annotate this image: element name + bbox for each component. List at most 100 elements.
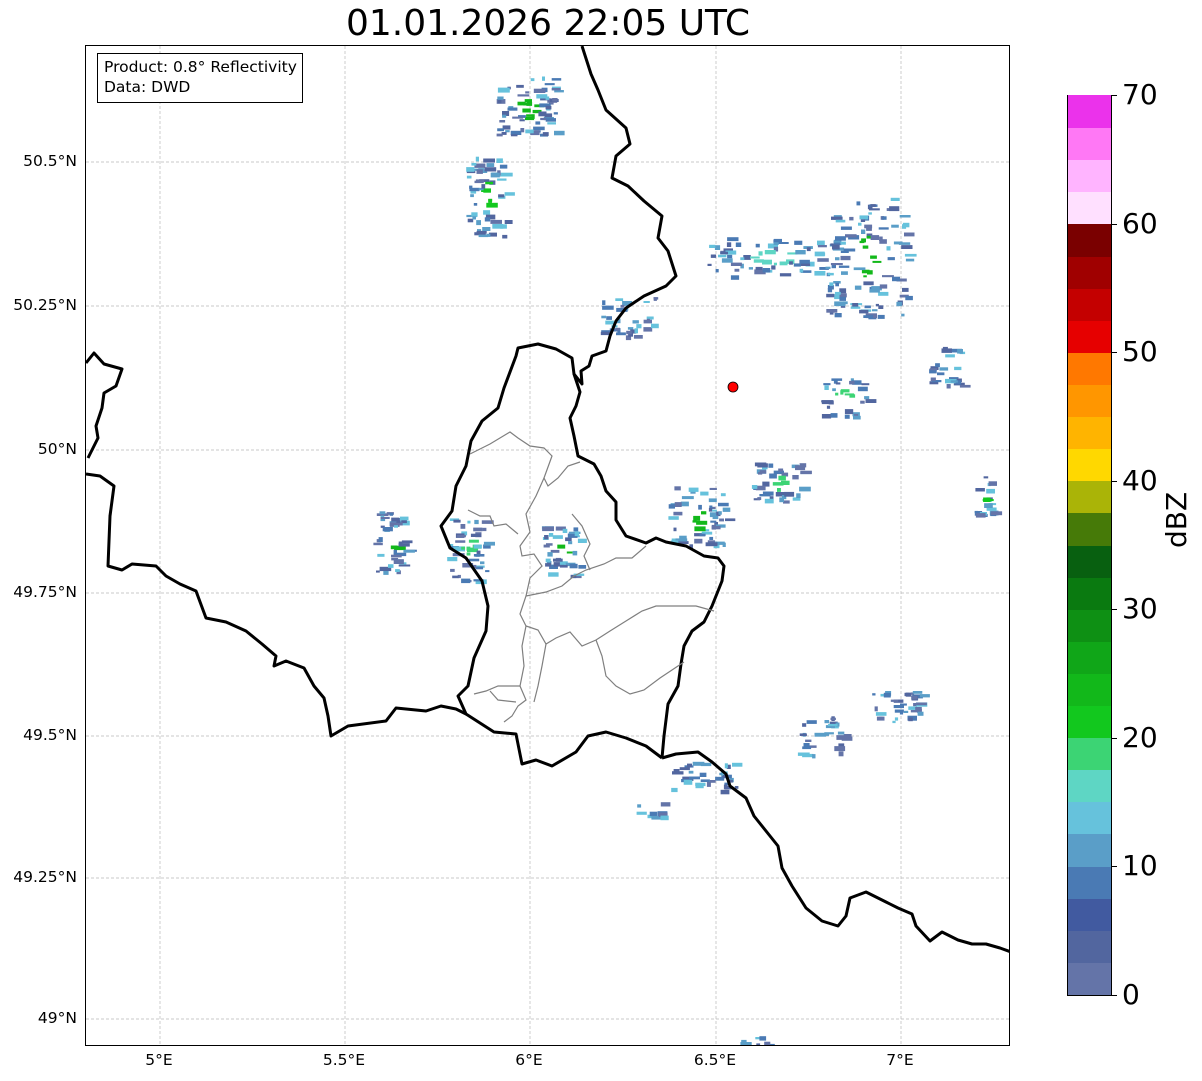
echo-cell [883,692,891,698]
echo-cell [990,511,1003,516]
echo-cell [941,348,952,353]
echo-cell [466,546,471,551]
echo-cell [600,331,611,336]
echo-cell [756,1043,761,1045]
longitude-label: 5.5°E [322,1051,366,1069]
colorbar-segment [1068,801,1111,835]
echo-cell [540,117,547,121]
echo-cell [838,265,850,268]
echo-cell [849,216,854,221]
echo-cell [689,776,700,780]
canton-boundaries [467,431,715,723]
echo-cell [821,400,834,405]
echo-cell [473,554,485,557]
echo-cell [643,319,652,324]
echo-cell [826,405,831,409]
echo-cell [946,384,951,389]
echo-cell [476,230,487,234]
map-title: 01.01.2026 22:05 UTC [345,3,751,44]
echo-cell [740,257,745,261]
echo-cell [773,242,779,245]
echo-cell [929,368,937,371]
echo-cell [694,538,703,544]
latitude-label: 50.25°N [13,296,77,314]
echo-cell [853,415,861,420]
echo-cell [502,114,507,118]
latitude-label: 49.25°N [13,868,77,886]
echo-cell [634,328,638,334]
echo-cell [710,254,717,258]
echo-cell [500,224,507,229]
colorbar-tick-label: 0 [1122,978,1140,1011]
echo-cell [837,731,845,735]
echo-cell [904,710,909,713]
colorbar-tickmark [1111,480,1117,482]
echo-cell [553,112,558,115]
echo-cell [840,389,850,393]
echo-cell [452,575,459,579]
echo-cell [554,130,565,136]
echo-cell [902,287,909,292]
echo-cell [476,220,481,226]
echo-cell [803,743,810,748]
echo-cell [700,779,710,782]
echo-cell [500,172,513,177]
echo-cell [753,259,764,263]
echo-cell [674,502,682,507]
echo-cell [467,520,471,524]
colorbar-segment [1068,191,1111,225]
echo-cell [393,549,397,554]
echo-cell [707,263,712,266]
echo-cell [886,246,891,251]
echo-cell [569,563,578,569]
latitude-label: 49.5°N [23,726,77,744]
echo-cell [945,354,955,358]
echo-cell [519,119,525,122]
echo-cell [482,527,487,532]
echo-cell [565,537,572,542]
echo-cell [627,327,634,330]
echo-cell [660,815,669,821]
echo-cell [566,551,573,554]
echo-cell [740,1042,752,1045]
echo-cell [827,288,833,293]
colorbar-segment [1068,865,1111,899]
echo-cell [890,197,900,201]
colorbar-tickmark [1111,866,1117,868]
echo-cell [499,164,508,169]
radar-map[interactable] [85,45,1010,1046]
echo-cell [516,84,524,88]
echo-cell [857,386,868,392]
echo-cell [544,83,555,86]
echo-cell [473,203,478,206]
echo-cell [524,99,532,102]
echo-cell [568,541,573,545]
echo-cell [383,571,389,575]
echo-cell [450,568,455,572]
echo-cell [872,260,882,263]
echo-cell [709,487,717,490]
echo-cell [709,512,717,518]
echo-cell [913,703,917,707]
echo-cell [894,709,904,713]
echo-cell [542,526,554,532]
echo-cell [709,536,714,540]
echo-cell [699,772,707,777]
echo-cell [708,498,717,503]
longitude-label: 7°E [886,1051,914,1069]
echo-cell [802,723,807,727]
echo-cell [727,254,733,259]
echo-cell [399,516,409,521]
echo-cell [525,129,534,134]
colorbar-segment [1068,416,1111,450]
colorbar-segment [1068,480,1111,514]
colorbar-tickmark [1111,352,1117,354]
echo-cell [840,226,852,230]
echo-cell [626,330,632,335]
echo-cell [750,256,760,259]
echo-cell [734,268,740,272]
echo-cell [482,227,491,231]
echo-cell [473,544,482,549]
echo-cell [478,234,489,238]
echo-cell [841,271,848,275]
